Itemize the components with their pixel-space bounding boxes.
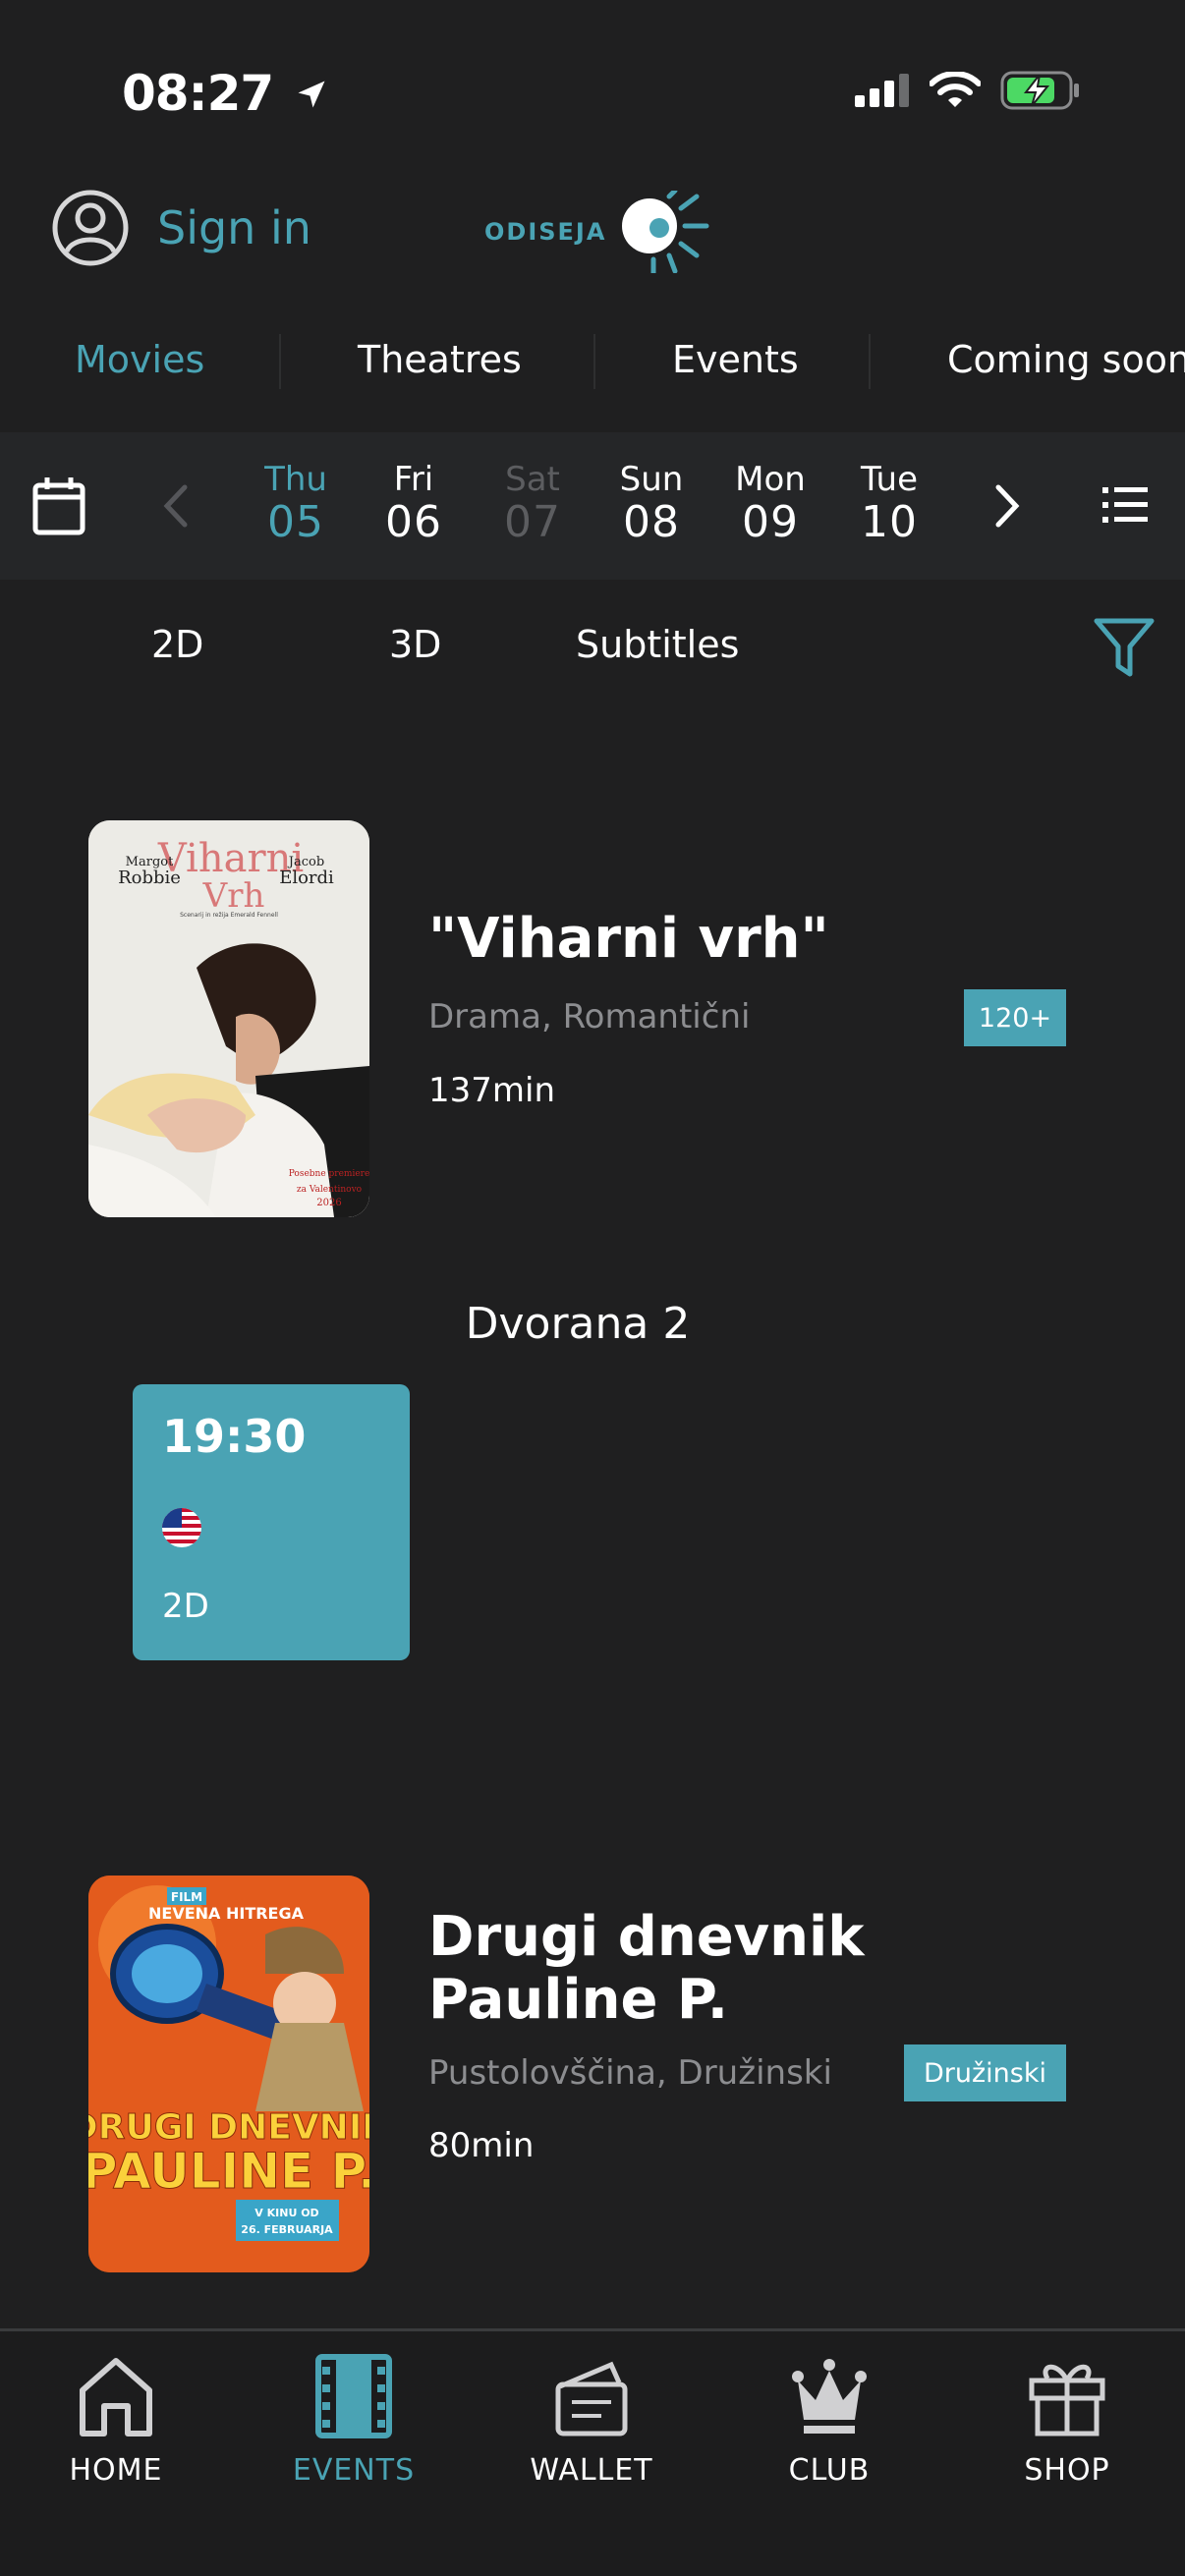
nav-label: SHOP <box>1024 2453 1110 2488</box>
date-selector: Thu 05 Fri 06 Sat 07 Sun 08 Mon 09 Tue 1… <box>0 432 1185 580</box>
age-rating-badge: 120+ <box>964 989 1066 1046</box>
logo-text: ODISEJA <box>484 218 607 246</box>
movie-genre: Drama, Romantični <box>428 997 751 1036</box>
logo-sun-icon <box>622 191 709 273</box>
nav-label: WALLET <box>530 2453 653 2488</box>
wifi-icon <box>930 72 981 107</box>
tab-events[interactable]: Events <box>672 338 799 381</box>
day-number: 08 <box>623 497 680 547</box>
movie-poster-viharni-vrh[interactable]: Viharni Vrh Margot Robbie Jacob Elordi S… <box>88 820 369 1217</box>
svg-text:Posebne premiere: Posebne premiere <box>289 1169 369 1179</box>
day-number: 09 <box>742 497 799 547</box>
svg-text:2026: 2026 <box>316 1198 341 1208</box>
svg-text:Vrh: Vrh <box>202 876 265 916</box>
svg-text:Scenarij in režija Emerald Fen: Scenarij in režija Emerald Fennell <box>180 912 278 919</box>
list-view-icon[interactable] <box>1102 483 1148 527</box>
nav-home[interactable]: HOME <box>18 2351 214 2488</box>
nav-label: HOME <box>69 2453 163 2488</box>
nav-club[interactable]: CLUB <box>731 2351 928 2488</box>
signal-icon <box>855 74 909 107</box>
movie-poster-drugi-dnevnik[interactable]: FILM NEVENA HITREGA DRUGI DNEVNIK PAULIN… <box>88 1876 369 2272</box>
location-arrow-icon <box>298 81 325 108</box>
sign-in-label: Sign in <box>157 201 311 254</box>
filter-2d[interactable]: 2D <box>151 623 203 666</box>
date-sat-07: Sat 07 <box>483 460 582 546</box>
showtime-card[interactable]: 19:30 2D <box>133 1384 410 1660</box>
date-fri-06[interactable]: Fri 06 <box>365 460 463 546</box>
svg-text:Elordi: Elordi <box>279 868 334 888</box>
bottom-navigation: HOME EVENTS WALLET CLUB SHOP <box>0 2328 1185 2576</box>
battery-charging-icon <box>1000 71 1079 110</box>
day-name: Fri <box>393 460 434 499</box>
gift-icon <box>1029 2364 1105 2436</box>
movie-genre: Pustolovščina, Družinski <box>428 2053 832 2093</box>
movie-title[interactable]: Drugi dnevnik Pauline P. <box>428 1906 1097 2032</box>
day-name: Sun <box>619 460 684 499</box>
status-time: 08:27 <box>122 65 329 122</box>
date-tue-10[interactable]: Tue 10 <box>840 460 938 546</box>
ticket-wallet-icon <box>555 2361 628 2436</box>
tab-theatres[interactable]: Theatres <box>358 338 522 381</box>
nav-label: EVENTS <box>292 2453 416 2488</box>
main-tabs: Movies Theatres Events Coming soon <box>0 314 1185 403</box>
day-number: 06 <box>385 497 442 547</box>
film-strip-icon <box>315 2354 392 2438</box>
family-badge: Družinski <box>904 2044 1066 2101</box>
tab-divider <box>593 334 595 389</box>
calendar-icon[interactable] <box>31 476 86 536</box>
filter-subtitles[interactable]: Subtitles <box>576 623 739 666</box>
svg-text:NEVENA HITREGA: NEVENA HITREGA <box>148 1904 305 1923</box>
date-thu-05[interactable]: Thu 05 <box>247 460 345 546</box>
day-number: 07 <box>504 497 561 547</box>
showtime-time: 19:30 <box>162 1410 307 1463</box>
filter-3d[interactable]: 3D <box>389 623 441 666</box>
svg-text:V KINU OD: V KINU OD <box>254 2207 318 2219</box>
movie-duration: 80min <box>428 2126 535 2165</box>
status-icons <box>855 71 1081 110</box>
day-name: Tue <box>860 460 919 499</box>
day-name: Sat <box>505 460 560 499</box>
us-flag-icon <box>162 1508 201 1547</box>
showtime-format: 2D <box>162 1587 209 1626</box>
sign-in-button[interactable]: Sign in <box>51 189 311 267</box>
tab-divider <box>279 334 281 389</box>
day-number: 10 <box>861 497 918 547</box>
nav-shop[interactable]: SHOP <box>969 2351 1165 2488</box>
day-number: 05 <box>267 497 324 547</box>
home-icon <box>80 2358 152 2436</box>
date-mon-09[interactable]: Mon 09 <box>721 460 819 546</box>
svg-text:DRUGI DNEVNIK: DRUGI DNEVNIK <box>88 2107 369 2148</box>
svg-text:FILM: FILM <box>171 1890 202 1904</box>
hall-name: Dvorana 2 <box>465 1299 691 1349</box>
filter-funnel-icon[interactable] <box>1093 615 1156 680</box>
svg-text:Robbie: Robbie <box>118 868 181 888</box>
svg-text:za Valentinovo: za Valentinovo <box>297 1185 362 1195</box>
movie-title[interactable]: "Viharni vrh" <box>428 908 1097 971</box>
date-sun-08[interactable]: Sun 08 <box>602 460 701 546</box>
movie-duration: 137min <box>428 1071 556 1110</box>
user-avatar-icon <box>52 190 129 266</box>
nav-events[interactable]: EVENTS <box>255 2351 452 2488</box>
day-name: Mon <box>735 460 806 499</box>
odiseja-logo: ODISEJA <box>484 191 714 273</box>
chevron-left-icon[interactable] <box>159 483 195 529</box>
crown-icon <box>792 2359 867 2434</box>
chevron-right-icon[interactable] <box>988 483 1024 529</box>
svg-text:PAULINE P.: PAULINE P. <box>88 2143 369 2200</box>
day-name: Thu <box>264 460 327 499</box>
nav-label: CLUB <box>788 2453 871 2488</box>
tab-coming-soon[interactable]: Coming soon <box>947 338 1185 381</box>
svg-text:26. FEBRUARJA: 26. FEBRUARJA <box>241 2223 333 2236</box>
tab-movies[interactable]: Movies <box>75 338 204 381</box>
nav-wallet[interactable]: WALLET <box>493 2351 690 2488</box>
tab-divider <box>869 334 871 389</box>
